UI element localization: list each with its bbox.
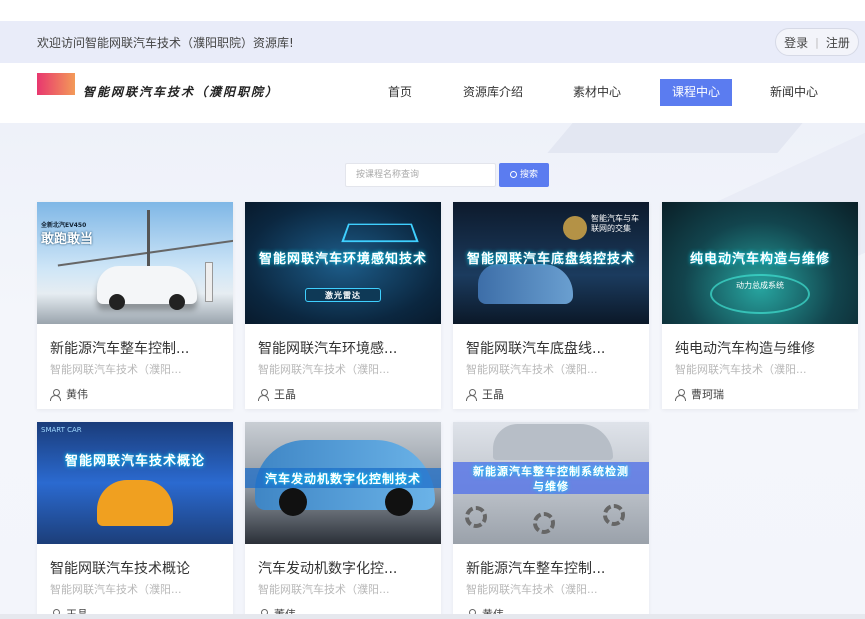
top-bar: 欢迎访问智能网联汽车技术（濮阳职院）资源库! 登录 | 注册 bbox=[0, 21, 865, 63]
gear-icon bbox=[465, 506, 487, 528]
thumb-title: 智能网联汽车环境感知技术 bbox=[258, 252, 427, 267]
course-subtitle: 智能网联汽车技术（濮阳... bbox=[466, 363, 598, 376]
decorative-shape bbox=[547, 123, 803, 153]
course-search-input[interactable]: 按课程名称查询 bbox=[345, 163, 496, 187]
teacher-name: 王晶 bbox=[274, 388, 296, 401]
horizontal-scrollbar[interactable] bbox=[0, 614, 865, 619]
car-image bbox=[478, 264, 573, 304]
course-card[interactable]: 新能源汽车整车控制系统检测与维修 新能源汽车整车控制... 智能网联汽车技术（濮… bbox=[453, 422, 649, 619]
course-teacher: 王晶 bbox=[258, 386, 296, 402]
thumb-subtitle: 智能汽车与车联网的交集 bbox=[591, 214, 639, 233]
course-subtitle: 智能网联汽车技术（濮阳... bbox=[50, 363, 182, 376]
course-thumbnail[interactable]: 纯电动汽车构造与维修 动力总成系统 bbox=[662, 202, 858, 324]
login-link[interactable]: 登录 bbox=[784, 34, 808, 51]
course-thumbnail[interactable]: 汽车发动机数字化控制技术 bbox=[245, 422, 441, 544]
course-card[interactable]: 全新北汽EV450 敢跑敢当 新能源汽车整车控制... 智能网联汽车技术（濮阳.… bbox=[37, 202, 233, 409]
course-teacher: 王晶 bbox=[466, 386, 504, 402]
thumb-slogan: 敢跑敢当 bbox=[41, 232, 94, 247]
course-card[interactable]: 汽车发动机数字化控制技术 汽车发动机数字化控... 智能网联汽车技术（濮阳...… bbox=[245, 422, 441, 619]
course-subtitle: 智能网联汽车技术（濮阳... bbox=[466, 583, 598, 596]
thumb-subtitle: 激光雷达 bbox=[325, 291, 361, 300]
register-link[interactable]: 注册 bbox=[826, 34, 850, 51]
site-logo-image[interactable] bbox=[37, 73, 75, 95]
nav-item-courses[interactable]: 课程中心 bbox=[660, 79, 732, 106]
badge-icon bbox=[563, 216, 587, 240]
thumb-title: 智能网联汽车底盘线控技术 bbox=[466, 252, 635, 267]
thumb-title: 汽车发动机数字化控制技术 bbox=[264, 472, 421, 486]
course-title[interactable]: 智能网联汽车底盘线... bbox=[466, 338, 605, 358]
course-title[interactable]: 纯电动汽车构造与维修 bbox=[675, 338, 815, 358]
nav-item-home[interactable]: 首页 bbox=[380, 79, 420, 106]
course-teacher: 黄伟 bbox=[50, 386, 88, 402]
teacher-name: 王晶 bbox=[482, 388, 504, 401]
course-thumbnail[interactable]: 全新北汽EV450 敢跑敢当 bbox=[37, 202, 233, 324]
course-thumbnail[interactable]: SMART CAR 智能网联汽车技术概论 bbox=[37, 422, 233, 544]
search-button[interactable]: 搜索 bbox=[499, 163, 549, 187]
user-icon bbox=[466, 388, 477, 401]
course-subtitle: 智能网联汽车技术（濮阳... bbox=[258, 583, 390, 596]
course-title[interactable]: 汽车发动机数字化控... bbox=[258, 558, 397, 578]
bridge-tower bbox=[147, 210, 150, 270]
thumb-title: 新能源汽车整车控制系统检测与维修 bbox=[473, 465, 629, 493]
course-title[interactable]: 新能源汽车整车控制... bbox=[50, 338, 189, 358]
course-subtitle: 智能网联汽车技术（濮阳... bbox=[50, 583, 182, 596]
welcome-text: 欢迎访问智能网联汽车技术（濮阳职院）资源库! bbox=[37, 36, 294, 50]
search-icon bbox=[509, 171, 517, 178]
course-title[interactable]: 智能网联汽车环境感... bbox=[258, 338, 397, 358]
course-card[interactable]: 智能网联汽车环境感知技术 激光雷达 智能网联汽车环境感... 智能网联汽车技术（… bbox=[245, 202, 441, 409]
user-icon bbox=[258, 388, 269, 401]
teacher-name: 黄伟 bbox=[66, 388, 88, 401]
course-title[interactable]: 智能网联汽车技术概论 bbox=[50, 558, 190, 578]
gear-icon bbox=[603, 504, 625, 526]
thumb-subtitle: 动力总成系统 bbox=[736, 281, 784, 290]
site-logo-text[interactable]: 智能网联汽车技术（濮阳职院） bbox=[83, 83, 279, 100]
course-subtitle: 智能网联汽车技术（濮阳... bbox=[258, 363, 390, 376]
charger-image bbox=[205, 262, 213, 302]
thumb-title: 纯电动汽车构造与维修 bbox=[689, 252, 830, 267]
car-image bbox=[97, 266, 197, 310]
nav-item-about[interactable]: 资源库介绍 bbox=[458, 79, 528, 106]
teacher-name: 曹珂瑞 bbox=[691, 388, 724, 401]
nav-item-news[interactable]: 新闻中心 bbox=[762, 79, 826, 106]
course-thumbnail[interactable]: 智能网联汽车环境感知技术 激光雷达 bbox=[245, 202, 441, 324]
car-image bbox=[493, 424, 613, 460]
user-icon bbox=[50, 388, 61, 401]
top-spacer bbox=[0, 0, 865, 21]
nav-item-materials[interactable]: 素材中心 bbox=[566, 79, 628, 106]
user-icon bbox=[675, 388, 686, 401]
course-thumbnail[interactable]: 智能汽车与车联网的交集 智能网联汽车底盘线控技术 bbox=[453, 202, 649, 324]
chip-graphic bbox=[341, 223, 419, 243]
car-image bbox=[97, 480, 173, 526]
course-card[interactable]: SMART CAR 智能网联汽车技术概论 智能网联汽车技术概论 智能网联汽车技术… bbox=[37, 422, 233, 619]
thumb-subtitle: SMART CAR bbox=[41, 426, 82, 434]
course-card[interactable]: 智能汽车与车联网的交集 智能网联汽车底盘线控技术 智能网联汽车底盘线... 智能… bbox=[453, 202, 649, 409]
search-button-label: 搜索 bbox=[519, 170, 538, 180]
gear-icon bbox=[533, 512, 555, 534]
thumb-title: 智能网联汽车技术概论 bbox=[64, 454, 205, 469]
course-subtitle: 智能网联汽车技术（濮阳... bbox=[675, 363, 807, 376]
auth-links: 登录 | 注册 bbox=[775, 28, 859, 56]
header-nav: 智能网联汽车技术（濮阳职院） 首页 资源库介绍 素材中心 课程中心 新闻中心 bbox=[0, 63, 865, 123]
course-teacher: 曹珂瑞 bbox=[675, 386, 724, 402]
course-thumbnail[interactable]: 新能源汽车整车控制系统检测与维修 bbox=[453, 422, 649, 544]
auth-separator: | bbox=[815, 35, 819, 49]
course-card[interactable]: 纯电动汽车构造与维修 动力总成系统 纯电动汽车构造与维修 智能网联汽车技术（濮阳… bbox=[662, 202, 858, 409]
course-title[interactable]: 新能源汽车整车控制... bbox=[466, 558, 605, 578]
